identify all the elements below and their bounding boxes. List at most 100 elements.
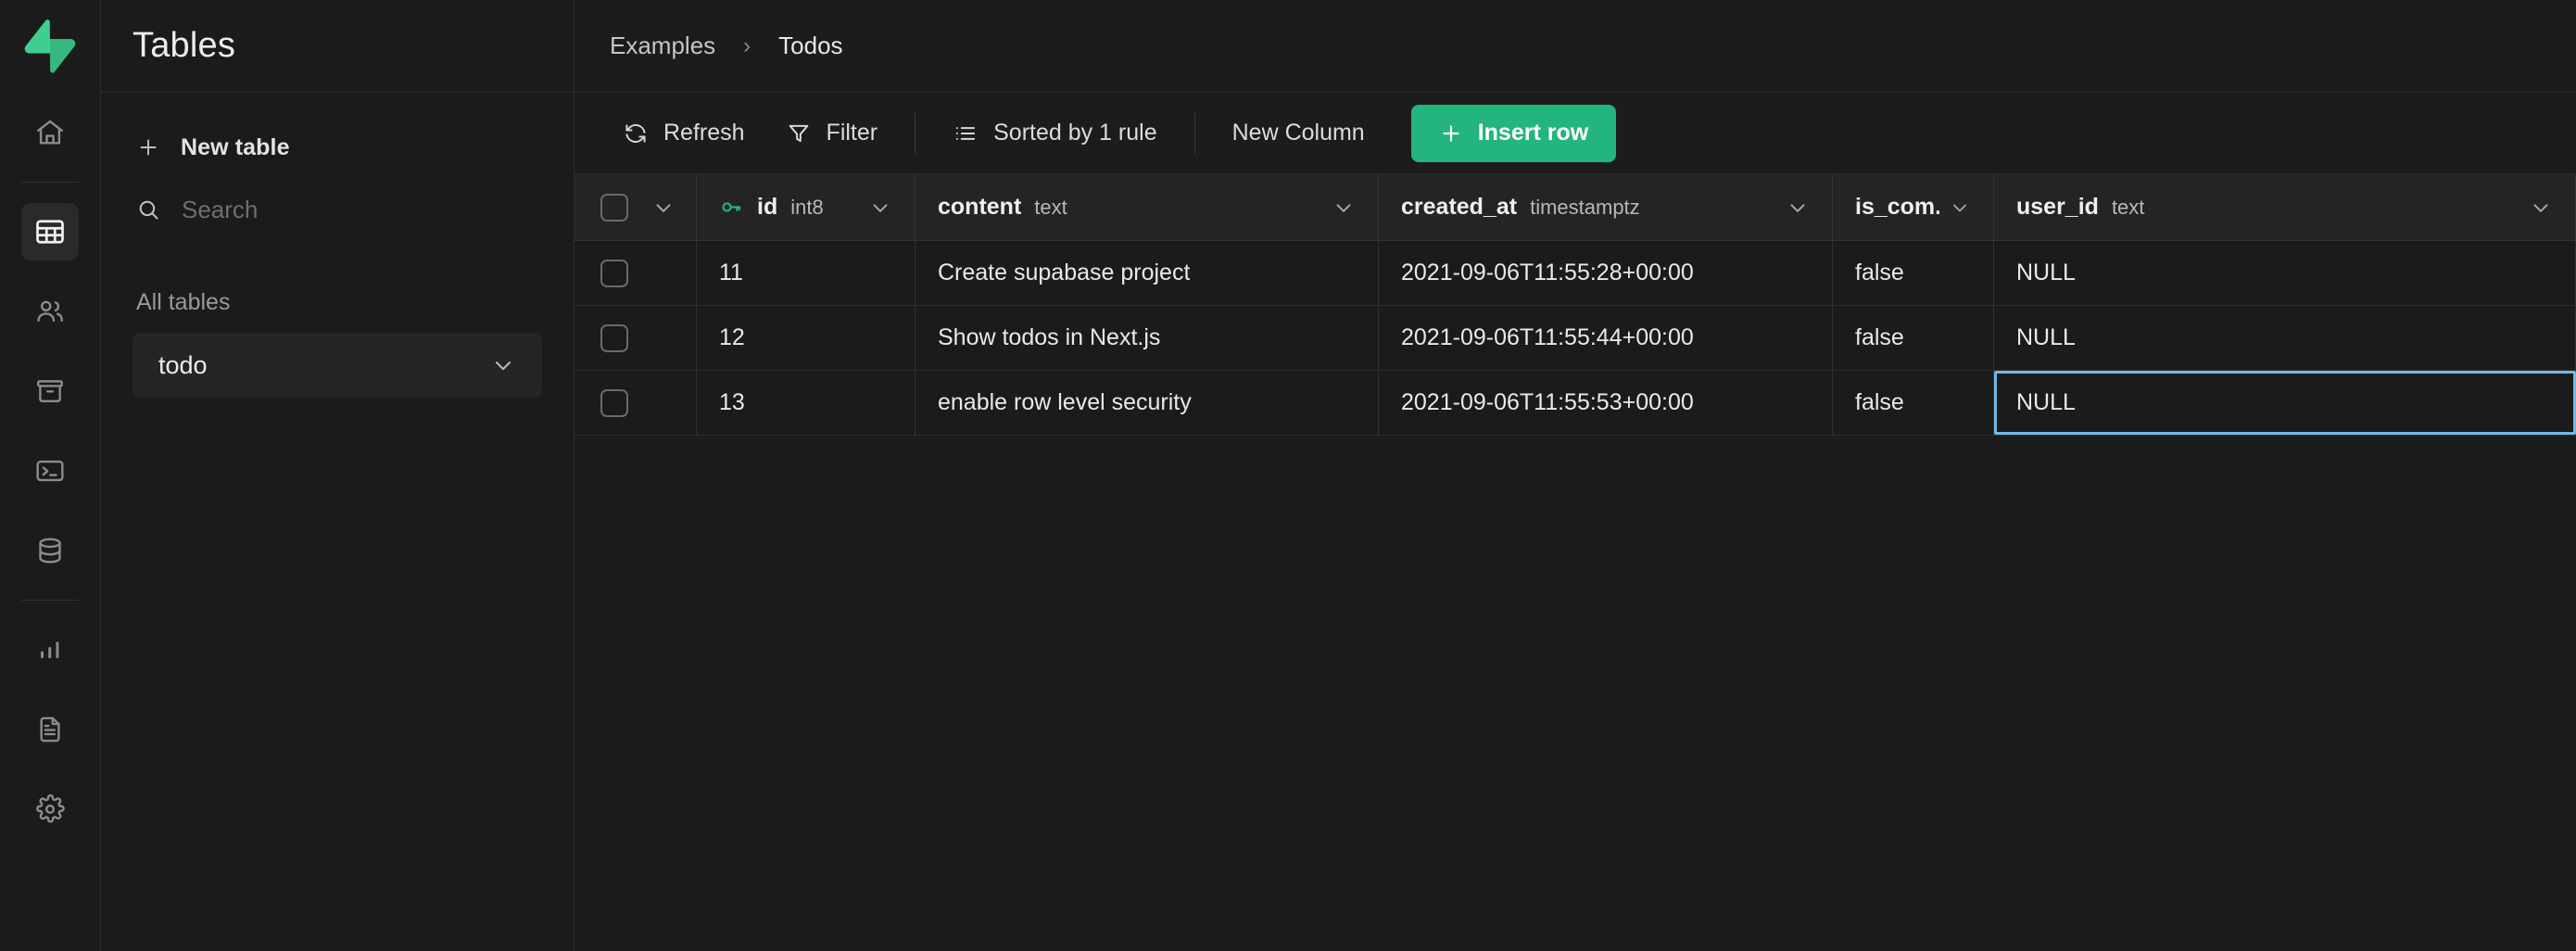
search-row (133, 187, 542, 232)
row-checkbox[interactable] (600, 388, 628, 417)
cell-created-at[interactable]: 2021-09-06T11:55:53+00:00 (1379, 371, 1833, 435)
sidebar-item-database[interactable] (21, 522, 79, 579)
column-type-id: int8 (790, 195, 824, 219)
row-checkbox[interactable] (600, 259, 628, 287)
row-checkbox[interactable] (600, 323, 628, 352)
sort-label: Sorted by 1 rule (993, 120, 1157, 146)
refresh-button[interactable]: Refresh (602, 108, 765, 159)
sidebar-item-authentication[interactable] (21, 283, 79, 340)
sidebar-item-docs[interactable] (21, 701, 79, 758)
filter-label: Filter (826, 120, 878, 146)
cell-created-at[interactable]: 2021-09-06T11:55:28+00:00 (1379, 241, 1833, 305)
cell-id[interactable]: 13 (697, 371, 915, 435)
column-header-id[interactable]: id int8 (697, 174, 915, 240)
search-input[interactable] (182, 195, 487, 224)
refresh-icon (625, 123, 646, 143)
cell-value: 12 (719, 324, 745, 350)
toolbar-divider-2 (1193, 112, 1195, 154)
rail-divider-top (21, 182, 79, 183)
cell-user-id[interactable]: NULL (1994, 241, 2576, 305)
sidebar-table-item-todo[interactable]: todo (133, 333, 542, 398)
new-table-label: New table (181, 133, 290, 160)
chevron-down-icon[interactable] (1949, 197, 1971, 219)
cell-value: NULL (2016, 260, 2076, 285)
sidebar-item-storage[interactable] (21, 362, 79, 420)
refresh-label: Refresh (663, 120, 745, 146)
column-type-user-id: text (2111, 195, 2145, 219)
cell-is-complete[interactable]: false (1833, 241, 1994, 305)
cell-is-complete[interactable]: false (1833, 371, 1994, 435)
sort-list-icon (956, 126, 976, 140)
filter-icon (789, 124, 808, 142)
supabase-logo[interactable] (0, 0, 100, 93)
cell-is-complete[interactable]: false (1833, 306, 1994, 370)
chevron-down-icon[interactable] (2529, 196, 2553, 220)
column-header-created-at[interactable]: created_at timestamptz (1379, 174, 1833, 240)
filter-button[interactable]: Filter (765, 108, 899, 159)
sidebar-header: Tables (101, 0, 574, 93)
table-row: 12 Show todos in Next.js 2021-09-06T11:5… (575, 306, 2576, 371)
cell-value: 2021-09-06T11:55:53+00:00 (1401, 389, 1694, 415)
cell-value: Create supabase project (938, 260, 1191, 285)
column-header-user-id-inner: user_id text (2016, 194, 2519, 221)
row-select-cell[interactable] (575, 241, 697, 305)
cell-content[interactable]: Show todos in Next.js (915, 306, 1379, 370)
new-column-label: New Column (1231, 120, 1365, 146)
icon-rail (0, 0, 101, 951)
lightning-bolt-icon (24, 19, 76, 73)
column-name-id: id (757, 194, 778, 220)
cell-id[interactable]: 12 (697, 306, 915, 370)
cell-value: false (1855, 389, 1904, 415)
sidebar-item-settings[interactable] (21, 780, 79, 838)
breadcrumb: Examples › Todos (575, 0, 2576, 93)
cell-created-at[interactable]: 2021-09-06T11:55:44+00:00 (1379, 306, 1833, 370)
breadcrumb-separator-icon: › (743, 32, 751, 58)
column-header-created-at-inner: created_at timestamptz (1401, 194, 1776, 221)
tables-sidebar: Tables New table All tables todo (101, 0, 575, 951)
cell-value: 13 (719, 389, 745, 415)
column-header-user-id[interactable]: user_id text (1994, 174, 2576, 240)
select-all-checkbox[interactable] (600, 193, 628, 222)
cell-content[interactable]: enable row level security (915, 371, 1379, 435)
row-select-cell[interactable] (575, 306, 697, 370)
column-type-content: text (1034, 195, 1067, 219)
sidebar-item-table-editor[interactable] (21, 203, 79, 260)
cell-value: enable row level security (938, 389, 1192, 415)
row-select-cell[interactable] (575, 371, 697, 435)
insert-row-button[interactable]: Insert row (1410, 104, 1617, 162)
column-name-created-at: created_at (1401, 194, 1518, 220)
primary-key-icon (722, 202, 741, 212)
settings-icon (36, 793, 65, 823)
sidebar-item-sql-editor[interactable] (21, 442, 79, 500)
sidebar-item-reports[interactable] (21, 621, 79, 678)
column-header-is-complete-inner: is_com... b... (1855, 194, 1939, 221)
grid-toolbar: Refresh Filter Sorted by 1 rule New Colu… (575, 93, 2576, 174)
column-header-is-complete[interactable]: is_com... b... (1833, 174, 1994, 240)
plus-icon (1443, 124, 1459, 142)
cell-content[interactable]: Create supabase project (915, 241, 1379, 305)
chevron-down-icon[interactable] (868, 196, 892, 220)
table-row: 11 Create supabase project 2021-09-06T11… (575, 241, 2576, 306)
breadcrumb-item-todos[interactable]: Todos (778, 32, 842, 60)
table-icon (36, 220, 64, 244)
column-name-user-id: user_id (2016, 194, 2099, 220)
plus-icon (140, 139, 157, 156)
sidebar-item-home[interactable] (21, 104, 79, 161)
column-header-content-inner: content text (938, 194, 1322, 221)
main-panel: Examples › Todos Refresh Filter Sorted b… (575, 0, 2576, 951)
sort-button[interactable]: Sorted by 1 rule (932, 108, 1178, 159)
cell-id[interactable]: 11 (697, 241, 915, 305)
new-table-button[interactable]: New table (133, 128, 542, 167)
select-all-header-cell[interactable] (575, 174, 697, 240)
chevron-down-icon[interactable] (651, 196, 676, 220)
cell-value: 2021-09-06T11:55:28+00:00 (1401, 260, 1694, 285)
column-name-is-complete: is_com... (1855, 194, 1939, 220)
cell-user-id-selected[interactable]: NULL (1994, 371, 2576, 435)
chevron-down-icon[interactable] (1332, 196, 1356, 220)
sidebar-body: New table All tables todo (101, 93, 574, 398)
column-header-content[interactable]: content text (915, 174, 1379, 240)
new-column-button[interactable]: New Column (1212, 108, 1385, 159)
chevron-down-icon[interactable] (1786, 196, 1810, 220)
cell-user-id[interactable]: NULL (1994, 306, 2576, 370)
breadcrumb-item-examples[interactable]: Examples (610, 32, 715, 60)
